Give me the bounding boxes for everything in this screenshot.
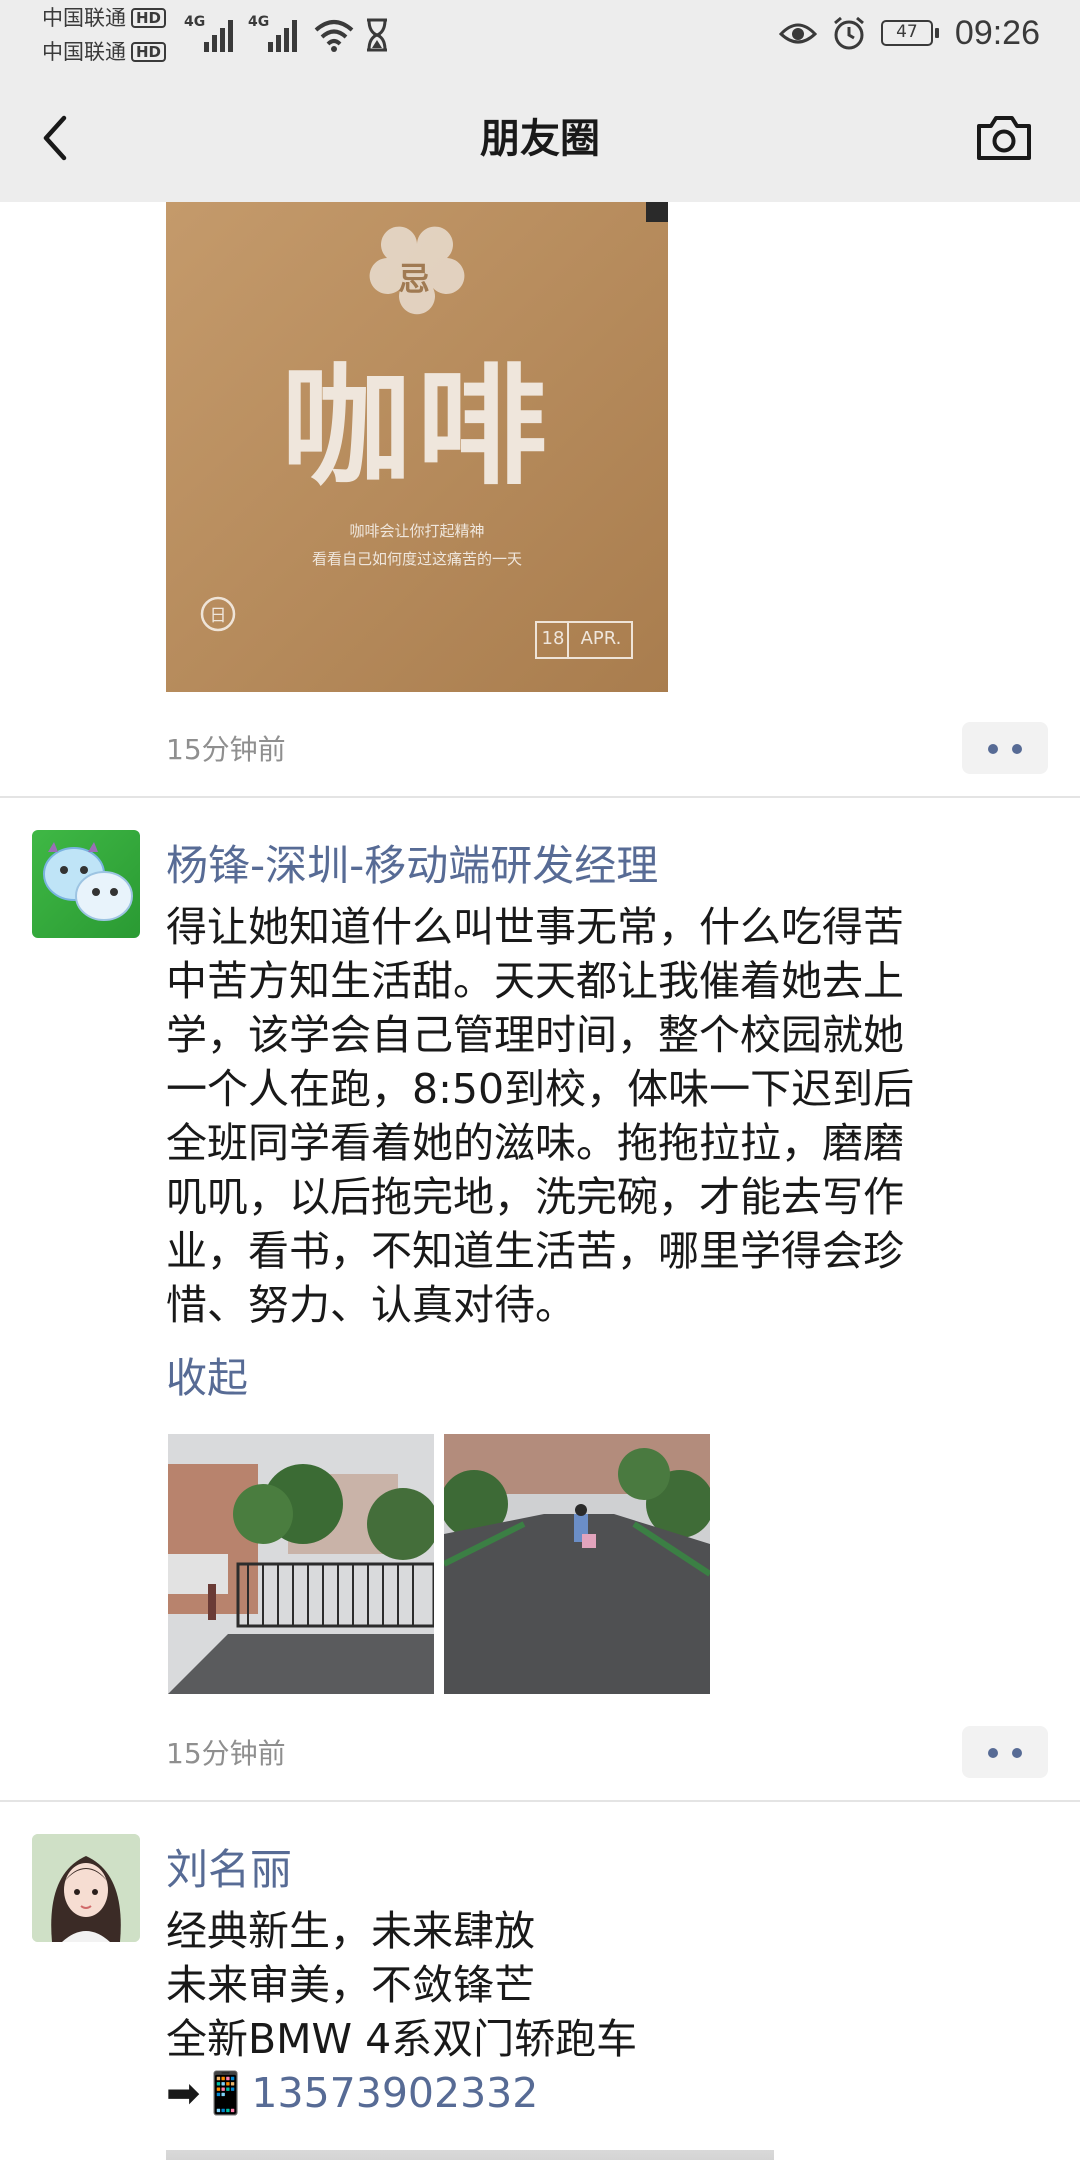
photo-headline: 咖啡 (280, 351, 553, 503)
post-text-line: 叽叽，以后拖完地，洗完碗，才能去写作 (166, 1173, 904, 1221)
carrier-2-name: 中国联通 (42, 40, 126, 64)
collapse-link[interactable]: 收起 (166, 1344, 248, 1404)
clock: 09:26 (954, 13, 1040, 52)
post-photo[interactable]: 忌 咖啡 咖啡会让你打起精神 看看自己如何度过这痛苦的一天 日 18 APR. (166, 202, 668, 692)
post-text: 经典新生，未来肆放 未来审美，不敛锋芒 全新BMW 4系双门轿跑车 ➡📱1357… (166, 1904, 1006, 2120)
battery-level: 47 (896, 22, 918, 42)
alarm-icon (833, 16, 864, 50)
carrier-1: 中国联通 HD (42, 6, 167, 30)
post-divider (0, 1800, 1080, 1802)
post-photo-thumb[interactable] (444, 1434, 710, 1694)
wifi-icon (314, 20, 354, 52)
post-photo-partial[interactable] (166, 2150, 774, 2160)
status-right: 47 09:26 (778, 10, 1040, 56)
post-divider (0, 796, 1080, 798)
post-text-line: 业，看书，不知道生活苦，哪里学得会珍 (166, 1227, 904, 1275)
post-author[interactable]: 杨锋-深圳-移动端研发经理 (166, 832, 658, 893)
hourglass-icon (367, 18, 387, 52)
post-time: 15分钟前 (166, 733, 286, 766)
post-text-line: 经典新生，未来肆放 (166, 1907, 535, 1955)
avatar[interactable] (32, 1834, 140, 1942)
post-text-line: 一个人在跑，8:50到校，体味一下迟到后 (166, 1065, 915, 1113)
school-road-photo (444, 1434, 710, 1694)
post-text-line: 惜、努力、认真对待。 (166, 1281, 576, 1329)
more-action-button[interactable] (962, 722, 1048, 774)
photo-badge-text: 忌 (398, 260, 431, 298)
post-text: 得让她知道什么叫世事无常，什么吃得苦 中苦方知生活甜。天天都让我催着她去上 学，… (166, 900, 1006, 1332)
dot-icon (1012, 744, 1022, 754)
photo-day-badge: 日 (209, 606, 227, 626)
dot-icon (988, 744, 998, 754)
status-bar: 中国联通 HD 中国联通 HD 4G 4G 47 09:26 (0, 0, 1080, 66)
photo-date-month: APR. (580, 628, 622, 649)
phone-line: ➡📱13573902332 (166, 2066, 1006, 2120)
hd-badge: HD (131, 8, 167, 28)
signal-2-icon (268, 16, 302, 52)
carrier-2: 中国联通 HD (42, 40, 167, 64)
carrier-1-name: 中国联通 (42, 6, 126, 30)
more-action-button[interactable] (962, 1726, 1048, 1778)
photo-line-1: 咖啡会让你打起精神 (349, 522, 485, 540)
school-gate-photo (168, 1434, 434, 1694)
page-title: 朋友圈 (480, 116, 600, 162)
network-type-1: 4G (184, 14, 206, 30)
dot-icon (988, 1748, 998, 1758)
nav-bar: 朋友圈 (0, 66, 1080, 202)
post-text-line: 全新BMW 4系双门轿跑车 (166, 2015, 638, 2063)
wechat-logo-icon (43, 842, 133, 921)
camera-icon[interactable] (974, 112, 1034, 164)
photo-line-2: 看看自己如何度过这痛苦的一天 (311, 550, 522, 568)
avatar[interactable] (32, 830, 140, 938)
post-text-line: 全班同学看着她的滋味。拖拖拉拉，磨磨 (166, 1119, 904, 1167)
dot-icon (1012, 1748, 1022, 1758)
post-text-line: 中苦方知生活甜。天天都让我催着她去上 (166, 957, 904, 1005)
post-author[interactable]: 刘名丽 (166, 1836, 292, 1897)
signal-1-icon (204, 16, 238, 52)
moments-feed[interactable]: 忌 咖啡 咖啡会让你打起精神 看看自己如何度过这痛苦的一天 日 18 APR. … (0, 202, 1080, 2160)
phone-number-link[interactable]: 13573902332 (251, 2069, 538, 2117)
post-time: 15分钟前 (166, 1737, 286, 1770)
phone-icon: ➡📱 (166, 2069, 252, 2117)
post-text-line: 学，该学会自己管理时间，整个校园就她 (166, 1011, 904, 1059)
battery-icon: 47 (880, 20, 939, 46)
post-text-line: 得让她知道什么叫世事无常，什么吃得苦 (166, 903, 904, 951)
eye-icon (778, 23, 817, 44)
hd-badge: HD (131, 42, 167, 62)
post-photo-thumb[interactable] (168, 1434, 434, 1694)
post-text-line: 未来审美，不敛锋芒 (166, 1961, 535, 2009)
network-type-2: 4G (248, 14, 270, 30)
photo-date-number: 18 (541, 628, 565, 649)
girl-avatar-illustration (32, 1834, 140, 1942)
